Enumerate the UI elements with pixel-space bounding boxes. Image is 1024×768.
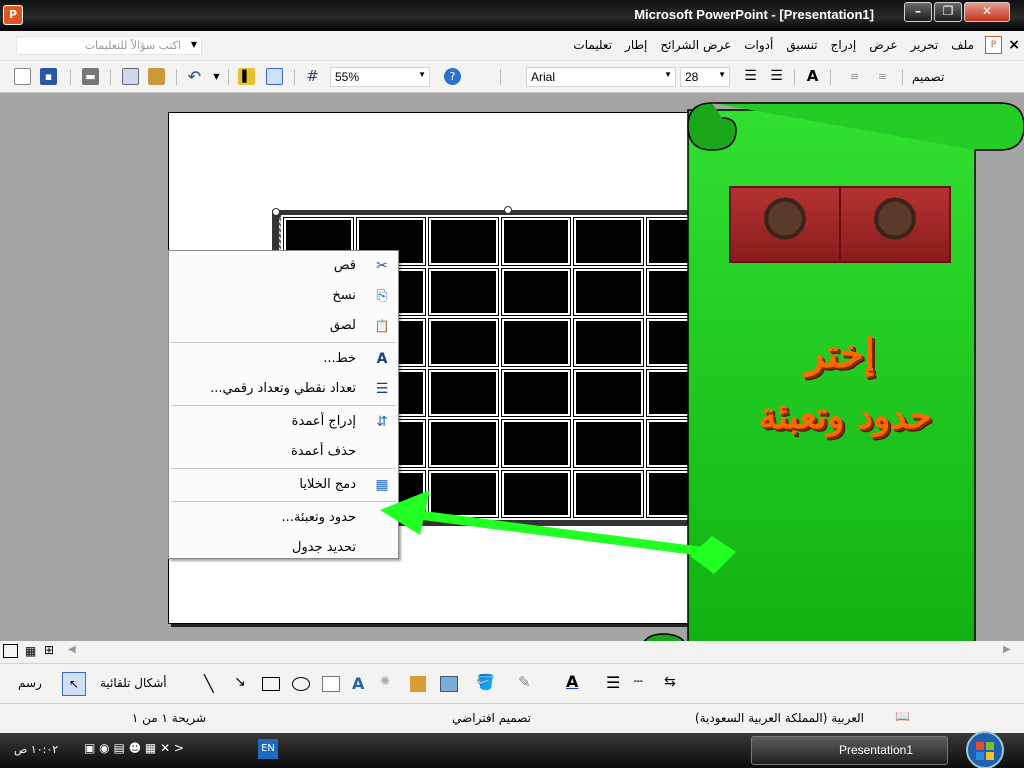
line-style-icon[interactable]: ☰: [606, 673, 620, 692]
portrait-photo: [841, 188, 949, 261]
picture-icon[interactable]: [440, 676, 458, 692]
clipart-icon[interactable]: [410, 676, 426, 692]
status-bar: شريحة ١ من ١ تصميم افتراضي العربية (المم…: [0, 703, 1024, 733]
slide-counter: شريحة ١ من ١: [131, 711, 206, 725]
annotation-text-2: حدود وتعبئة: [758, 395, 932, 437]
spelling-icon[interactable]: 📖: [895, 709, 910, 723]
fill-color-icon[interactable]: 🪣: [476, 673, 495, 691]
scroll-left-icon[interactable]: ◀: [68, 644, 76, 655]
diagram-icon[interactable]: ✺: [380, 674, 390, 688]
select-pointer-icon[interactable]: ↖: [62, 672, 86, 696]
tray-icons[interactable]: ▣ ◉ ▤ ☻ ▦ ✕ >: [84, 741, 184, 755]
drawing-toolbar: رسم ↖ أشكال تلقائية ╲ ↘ A ✺ 🪣 ✎ A ☰ ┄ ⇆: [0, 663, 1024, 703]
taskbar-label: Presentation1: [838, 743, 913, 757]
line-icon[interactable]: ╲: [204, 674, 214, 693]
taskbar-presentation-button[interactable]: Presentation1: [751, 736, 948, 765]
font-color-icon[interactable]: A: [566, 672, 578, 691]
clock[interactable]: ١٠:٠٢ ص: [14, 743, 58, 756]
oval-icon[interactable]: [292, 677, 310, 691]
rectangle-icon[interactable]: [262, 677, 280, 691]
view-buttons-bar: ▦ ⊞ ◀ ▶: [0, 641, 1024, 663]
start-orb-icon[interactable]: [960, 728, 1010, 768]
slideshow-view-icon[interactable]: ⊞: [44, 643, 54, 657]
dash-style-icon[interactable]: ┄: [634, 674, 642, 690]
photo-strip: [729, 186, 951, 263]
autoshapes-menu[interactable]: أشكال تلقائية: [100, 676, 167, 690]
normal-view-icon[interactable]: [3, 644, 18, 658]
scroll-right-icon[interactable]: ▶: [1003, 644, 1011, 655]
draw-menu[interactable]: رسم: [18, 676, 42, 690]
portrait-photo: [731, 188, 841, 261]
wordart-icon[interactable]: A: [352, 674, 364, 693]
taskbar: ١٠:٠٢ ص ▣ ◉ ▤ ☻ ▦ ✕ > EN Presentation1: [0, 733, 1024, 768]
textbox-icon[interactable]: [322, 676, 340, 692]
design-name: تصميم افتراضي: [452, 711, 531, 725]
arrow-style-icon[interactable]: ⇆: [664, 674, 676, 690]
language-status: العربية (المملكة العربية السعودية): [694, 711, 864, 725]
line-color-icon[interactable]: ✎: [518, 673, 531, 691]
slide-sorter-view-icon[interactable]: ▦: [25, 644, 36, 658]
annotation-text-1: إختر: [805, 330, 875, 377]
language-indicator[interactable]: EN: [258, 739, 278, 759]
arrow-icon[interactable]: ↘: [234, 674, 246, 690]
